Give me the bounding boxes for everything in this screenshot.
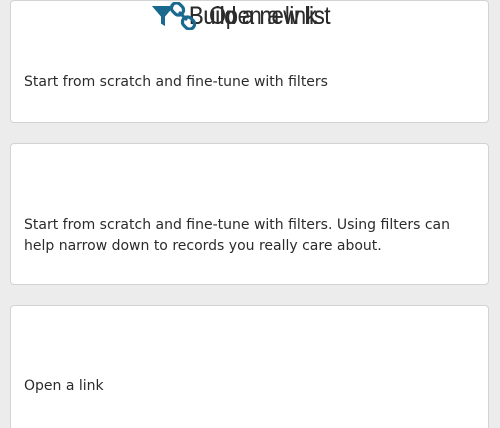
- card-description: Start from scratch and fine-tune with fi…: [24, 74, 328, 90]
- open-link-card[interactable]: [10, 305, 489, 428]
- card-description: Start from scratch and fine-tune with fi…: [24, 217, 450, 254]
- link-icon: [169, 2, 197, 30]
- card-title: Open a link: [208, 2, 317, 30]
- build-new-list-card[interactable]: [10, 143, 489, 285]
- card-description: Open a link: [24, 378, 104, 394]
- card-title-row: Open a link: [0, 0, 500, 32]
- options-panel: Build a new list Start from scratch and …: [0, 0, 500, 428]
